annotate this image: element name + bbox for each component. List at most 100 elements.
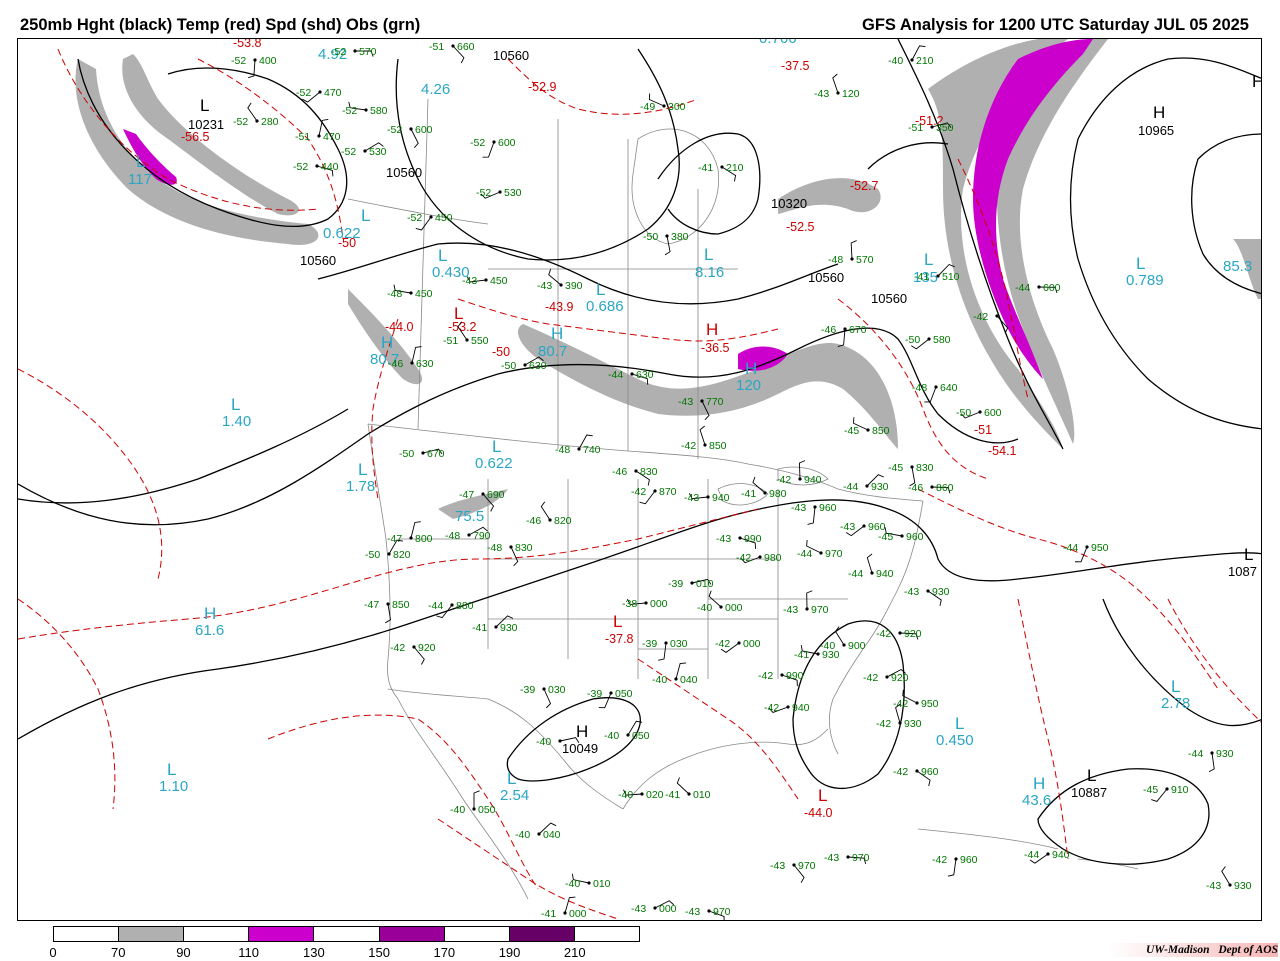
height-label: 1087 bbox=[1228, 564, 1257, 579]
station-temp: -52 bbox=[331, 46, 346, 58]
station-height: 600 bbox=[1043, 282, 1061, 294]
temperature-label: -56.5 bbox=[181, 130, 210, 144]
station-temp: -42 bbox=[681, 440, 696, 452]
station-temp: -50 bbox=[501, 360, 516, 372]
pressure-center-letter: L bbox=[136, 152, 145, 171]
height-label: 10320 bbox=[771, 196, 807, 211]
station-ob: -52 280 bbox=[233, 102, 279, 128]
station-ob: -51 470 bbox=[295, 118, 341, 143]
station-height: 030 bbox=[670, 638, 688, 650]
pressure-center-letter: L bbox=[704, 245, 713, 264]
station-height: 960 bbox=[960, 854, 978, 866]
station-temp: -44 bbox=[1024, 849, 1039, 861]
station-ob: -44 930 bbox=[843, 474, 889, 493]
station-height: 930 bbox=[1234, 880, 1252, 892]
station-temp: -46 bbox=[526, 515, 541, 527]
pressure-center-letter: L bbox=[507, 769, 516, 788]
station-temp: -44 bbox=[608, 369, 623, 381]
temperature-label: -54.1 bbox=[988, 444, 1017, 458]
colorbar-segment bbox=[574, 927, 639, 941]
height-label: 10049 bbox=[562, 741, 598, 756]
speed-label: 43.6 bbox=[1022, 792, 1051, 809]
station-ob: -52 600 bbox=[470, 137, 516, 158]
colorbar-tick: 0 bbox=[49, 945, 57, 960]
station-temp: -39 bbox=[642, 638, 657, 650]
station-temp: -49 bbox=[640, 101, 655, 113]
station-height: 970 bbox=[798, 860, 816, 872]
station-ob: -42 920 bbox=[863, 668, 909, 684]
colorbar-tick: 70 bbox=[110, 945, 126, 960]
station-temp: -41 bbox=[698, 162, 713, 174]
colorbar-segment bbox=[444, 927, 510, 941]
map-title: 250mb Hght (black) Temp (red) Spd (shd) … bbox=[20, 16, 421, 34]
station-temp: -43 bbox=[1206, 880, 1221, 892]
credit-badge: UW-Madison Dept of AOS bbox=[1108, 943, 1278, 957]
station-ob: -40 000 bbox=[697, 590, 743, 614]
station-height: 960 bbox=[819, 502, 837, 514]
station-height: 980 bbox=[769, 488, 787, 500]
station-temp: -47 bbox=[387, 533, 402, 545]
pressure-center-letter: H bbox=[745, 359, 757, 378]
station-height: 870 bbox=[659, 486, 677, 498]
station-ob: -42 000 bbox=[715, 638, 761, 653]
pressure-center-letter: L bbox=[596, 280, 605, 299]
temperature-label: -51 bbox=[974, 423, 992, 437]
station-temp: -48 bbox=[828, 254, 843, 266]
station-height: 850 bbox=[709, 440, 727, 452]
station-temp: -50 bbox=[905, 334, 920, 346]
height-label: 10560 bbox=[808, 270, 844, 285]
colorbar-tick: 130 bbox=[303, 945, 325, 960]
station-height: 820 bbox=[393, 549, 411, 561]
station-height: 630 bbox=[416, 358, 434, 370]
wind-barb bbox=[866, 553, 873, 574]
station-temp: -40 bbox=[450, 804, 465, 816]
station-temp: -40 bbox=[565, 878, 580, 890]
station-temp: -40 bbox=[820, 640, 835, 652]
station-ob: -39 030 bbox=[520, 684, 566, 709]
station-temp: -42 bbox=[758, 670, 773, 682]
station-temp: -45 bbox=[878, 531, 893, 543]
station-temp: -43 bbox=[685, 906, 700, 918]
station-ob: -43 940 bbox=[684, 492, 730, 504]
pressure-center-letter: H bbox=[204, 604, 216, 623]
station-temp: -51 bbox=[908, 122, 923, 134]
colorbar-tick: 210 bbox=[563, 945, 586, 960]
station-height: 920 bbox=[891, 672, 909, 684]
station-ob: -52 600 bbox=[387, 124, 433, 149]
station-temp: -47 bbox=[364, 599, 379, 611]
colorbar-tick: 190 bbox=[498, 945, 521, 960]
station-height: 600 bbox=[498, 137, 516, 149]
station-temp: -40 bbox=[888, 55, 903, 67]
station-ob: -43 970 bbox=[685, 906, 731, 920]
station-temp: -44 bbox=[797, 548, 812, 560]
station-temp: -42 bbox=[973, 311, 988, 323]
station-ob: -52 440 bbox=[293, 161, 339, 177]
station-height: 990 bbox=[744, 533, 762, 545]
station-ob: -41 010 bbox=[665, 777, 711, 801]
station-ob: -42 990 bbox=[758, 670, 804, 687]
station-height: 690 bbox=[487, 489, 505, 501]
station-ob: -42 850 bbox=[681, 425, 727, 452]
station-temp: -44 bbox=[1188, 748, 1203, 760]
station-ob: -43 000 bbox=[631, 900, 677, 915]
height-contour-10560-atlantic bbox=[867, 142, 949, 170]
speed-label: 4.26 bbox=[421, 81, 450, 98]
station-temp: -52 bbox=[342, 105, 357, 117]
station-height: 670 bbox=[427, 448, 445, 460]
station-temp: -44 bbox=[843, 481, 858, 493]
station-height: 010 bbox=[593, 878, 611, 890]
pressure-center-letter: L bbox=[1136, 254, 1145, 273]
pressure-center-letter: L bbox=[1171, 677, 1180, 696]
station-height: 350 bbox=[936, 122, 954, 134]
station-height: 300 bbox=[668, 101, 686, 113]
colorbar-tick: 110 bbox=[238, 945, 260, 960]
station-height: 550 bbox=[471, 335, 489, 347]
station-temp: -46 bbox=[388, 358, 403, 370]
station-height: 850 bbox=[872, 425, 890, 437]
station-height: 830 bbox=[916, 462, 934, 474]
pressure-center-letter: H bbox=[706, 320, 718, 339]
temp-contour-pacific bbox=[18, 368, 163, 580]
station-height: 450 bbox=[415, 288, 433, 300]
station-ob: -40 040 bbox=[515, 822, 561, 841]
weather-map: 1056010560105601032010560105601096510231… bbox=[18, 39, 1261, 920]
